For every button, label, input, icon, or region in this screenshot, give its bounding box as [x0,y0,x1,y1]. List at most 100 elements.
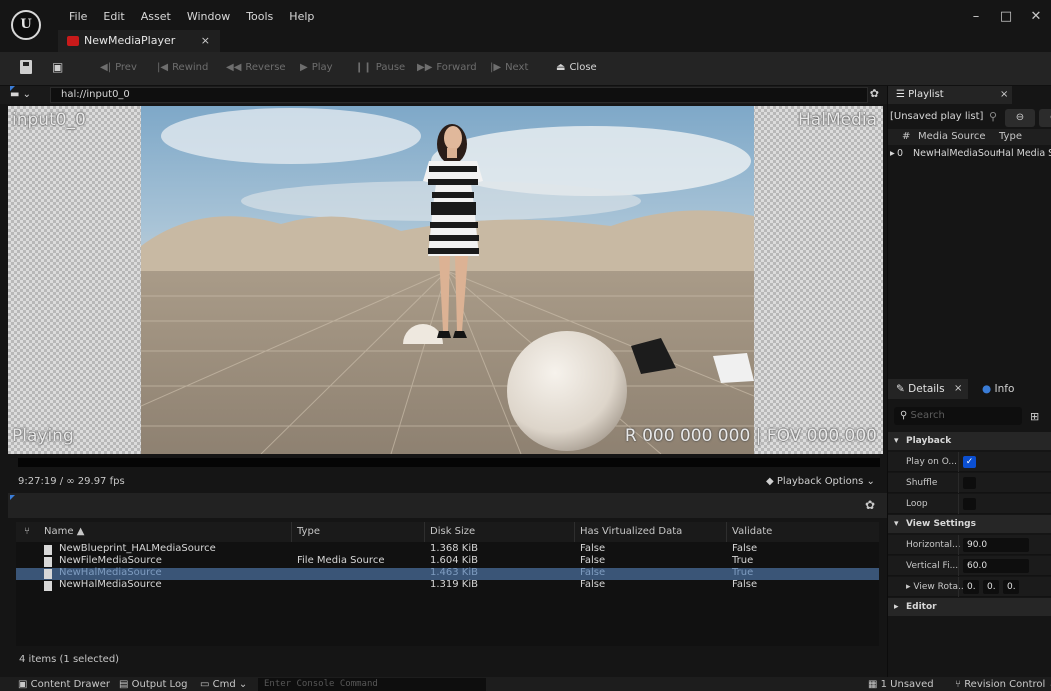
url-bar: ▬ ⌄ hal://input0_0 ✿ [0,86,887,104]
save-icon[interactable] [20,60,32,74]
play-on-open-checkbox[interactable]: ✓ [963,456,976,468]
prop-shuffle: Shuffle [888,473,1051,493]
menu-file[interactable]: File [61,10,95,24]
maximize-button[interactable]: □ [991,9,1021,24]
playlist-next-button[interactable]: ⊖ [1039,109,1051,127]
menu-edit[interactable]: Edit [95,10,132,24]
tab-details[interactable]: ✎ Details × [888,379,968,399]
vertical-fov-input[interactable]: 60.0 [963,559,1029,573]
column-type[interactable]: Type [297,526,320,537]
playlist-previous-button[interactable]: ⊖ [1005,109,1035,127]
column-divider[interactable] [424,522,425,542]
view-rotation-x-input[interactable]: 0. [963,580,979,594]
asset-row[interactable]: NewHalMediaSource 1.319 KiB False False [16,579,879,592]
section-playback[interactable]: ▾ Playback [888,432,1051,450]
media-viewport[interactable]: input0_0 HalMedia Playing R 000 000 000 … [8,106,883,454]
tab-playlist[interactable]: ☰ Playlist × [888,86,1012,104]
media-source-asset-icon [44,581,52,591]
menu-tools[interactable]: Tools [238,10,281,24]
collapse-arrow-icon: ▾ [894,436,899,446]
tab-new-media-player[interactable]: NewMediaPlayer × [58,30,220,52]
column-divider[interactable] [291,522,292,542]
sphere [507,331,627,451]
panel-corner-marker [10,86,15,91]
unsaved-button[interactable]: ▦ 1 Unsaved [868,679,934,690]
content-browser-settings-icon[interactable]: ✿ [865,498,875,512]
expand-arrow-icon[interactable]: ▸ [890,148,895,159]
playlist-icon: ☰ [896,89,905,100]
play-icon: ▶ [300,62,308,73]
browse-asset-icon[interactable]: ▣ [52,60,66,74]
details-tab-label: ✎ Details [896,383,945,395]
prop-vertical-fov: Vertical Fi... 60.0 [888,556,1051,576]
prop-divider [958,494,959,514]
playlist-close-icon[interactable]: × [1000,89,1008,100]
media-source-asset-icon [44,569,52,579]
toolbar: ▣ ◀| Prev |◀ Rewind ◀◀ Reverse ▶ Play ❙❙ Paus… [0,52,1051,86]
close-media-button[interactable]: ⏏ Close [556,62,597,73]
playlist-row[interactable]: ▸ 0 NewHalMediaSour Hal Media So [888,146,1051,160]
settings-gear-icon[interactable]: ✿ [870,87,879,100]
rewind-button[interactable]: |◀ Rewind [157,62,208,73]
prop-divider [958,452,959,472]
pause-icon: ❙❙ [355,62,372,73]
prop-view-rotation: ▸ View Rota... 0. 0. 0. [888,577,1051,597]
column-validate[interactable]: Validate [732,526,772,537]
grid-view-icon[interactable]: ⊞ [1030,410,1039,423]
section-editor[interactable]: ▸ Editor [888,598,1051,616]
playback-time: 9:27:19 / ∞ 29.97 fps [18,476,125,487]
prev-button[interactable]: ◀| Prev [100,62,137,73]
playback-scrubber[interactable] [18,458,880,467]
horizontal-fov-input[interactable]: 90.0 [963,538,1029,552]
menu-asset[interactable]: Asset [133,10,179,24]
media-source-asset-icon [44,545,52,555]
details-tabs: ✎ Details × ● Info [888,379,1051,399]
column-name[interactable]: Name ▲ [44,526,84,537]
prop-loop: Loop [888,494,1051,514]
menu-window[interactable]: Window [179,10,238,24]
next-button[interactable]: |▶ Next [490,62,528,73]
output-log-button[interactable]: ▤ Output Log [119,679,187,690]
cloud [161,108,421,164]
expand-arrow-icon[interactable]: ▸ [906,582,911,592]
pencil-icon: ✎ [896,383,905,395]
reverse-button[interactable]: ◀◀ Reverse [226,62,286,73]
column-divider[interactable] [574,522,575,542]
tab-label: NewMediaPlayer [84,34,176,47]
menu-help[interactable]: Help [281,10,322,24]
cmd-dropdown[interactable]: ▭ Cmd ⌄ [200,679,247,690]
content-drawer-icon: ▣ [18,679,28,690]
content-drawer-button[interactable]: ▣ Content Drawer [18,679,110,690]
console-command-input[interactable]: Enter Console Command [258,678,486,691]
forward-button[interactable]: ▶▶ Forward [417,62,477,73]
loop-checkbox[interactable] [963,498,976,510]
tab-info[interactable]: ● Info [982,383,1014,395]
unreal-logo-icon[interactable]: U [11,10,41,40]
playlist-header: # Media Source Type [888,129,1051,145]
prop-horizontal-fov: Horizontal... 90.0 [888,535,1051,555]
playback-options-dropdown[interactable]: ◆ Playback Options ⌄ [766,476,875,487]
play-button[interactable]: ▶ Play [300,62,333,73]
column-virtualized[interactable]: Has Virtualized Data [580,526,682,537]
view-rotation-z-input[interactable]: 0. [1003,580,1019,594]
column-filter-icon[interactable]: ⑂ [24,526,30,537]
column-divider[interactable] [726,522,727,542]
column-disk-size[interactable]: Disk Size [430,526,475,537]
details-close-icon[interactable]: × [954,383,962,394]
revision-control-button[interactable]: ⑂ Revision Control ⌄ [955,679,1051,690]
revision-control-icon: ⑂ [955,679,961,690]
media-url-input[interactable]: hal://input0_0 [50,87,868,103]
shuffle-checkbox[interactable] [963,477,976,489]
close-window-button[interactable]: ✕ [1021,9,1051,24]
minimize-button[interactable]: – [961,9,991,24]
playlist-tab-label: ☰ Playlist [896,89,944,100]
media-source-asset-icon [44,557,52,567]
details-search-input[interactable]: ⚲ Search [894,407,1022,425]
eject-icon: ⏏ [556,62,566,73]
playback-options-icon: ◆ [766,476,774,487]
search-icon[interactable]: ⚲ [989,110,997,123]
pause-button[interactable]: ❙❙ Pause [355,62,405,73]
view-rotation-y-input[interactable]: 0. [983,580,999,594]
tab-close-icon[interactable]: × [201,34,210,47]
section-view-settings[interactable]: ▾ View Settings [888,515,1051,533]
